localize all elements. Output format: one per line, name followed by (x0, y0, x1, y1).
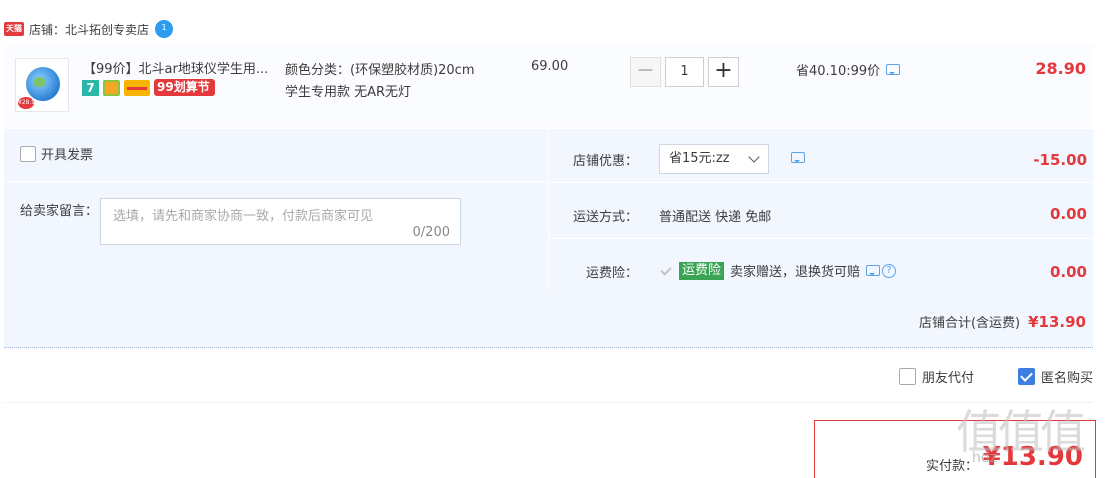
item-subtotal: 28.90 (1035, 59, 1086, 78)
shipping-label: 运送方式： (572, 210, 638, 225)
service-badges: 7 99划算节 (82, 79, 215, 96)
checkout-options: 朋友代付 匿名购买 (0, 367, 1106, 386)
anonymous-label: 匿名购买 (1041, 371, 1094, 386)
insurance-check-icon (659, 264, 673, 278)
order-item-row: ¥28.9 【99价】北斗ar地球仪学生用... 7 99划算节 颜色分类：(环… (4, 43, 1093, 127)
anonymous-option[interactable]: 匿名购买 (1018, 367, 1093, 386)
sku-line-1: 颜色分类：(环保塑胶材质)20cm (285, 63, 475, 78)
seller-message-input[interactable]: 选填，请先和商家协商一致，付款后商家可见 0/200 (100, 198, 461, 245)
quantity-input[interactable]: 1 (665, 57, 704, 87)
message-char-count: 0/200 (412, 225, 450, 240)
globe-image-icon (26, 67, 60, 101)
coupon-value: -15.00 (1033, 151, 1087, 169)
insurance-label: 运费险： (585, 266, 638, 281)
shipping-value: 0.00 (1049, 205, 1087, 223)
coupon-label: 店铺优惠： (572, 154, 638, 169)
friend-pay-option[interactable]: 朋友代付 (899, 367, 974, 386)
message-label: 给卖家留言： (20, 204, 99, 219)
insurance-value: 0.00 (1049, 263, 1087, 281)
insurance-chat-icon[interactable] (866, 265, 881, 276)
shop-total: 店铺合计(含运费) ¥13.90 (919, 312, 1086, 331)
shop-label: 店铺： (29, 22, 66, 37)
invoice-option[interactable]: 开具发票 (20, 144, 93, 163)
huasuan-label: 划算节 (173, 80, 210, 94)
shipping-row: 运送方式： 0.00 (549, 185, 1094, 239)
shop-header: 天猫 店铺： 北斗拓创专卖店 1 (0, 16, 174, 42)
friend-pay-checkbox[interactable] (899, 368, 916, 385)
detail-right: 店铺优惠： 省15元:zz -15.00 运送方式： 0.00 普通配送 快递 … (548, 129, 1094, 291)
insurance-info: 运费险 卖家赠送，退换货可赔 ? (659, 261, 897, 280)
friend-pay-label: 朋友代付 (922, 371, 975, 386)
seven-day-return-icon[interactable]: 7 (82, 79, 99, 96)
unit-price: 69.00 (531, 59, 569, 74)
quantity-stepper: − 1 + (630, 57, 739, 87)
product-thumbnail[interactable]: ¥28.9 (15, 58, 69, 112)
item-discount: 省40.10:99价 (796, 60, 901, 79)
quantity-decrease-button[interactable]: − (630, 57, 661, 87)
coupon-selected-value: 省15元:zz (669, 151, 730, 166)
chevron-down-icon (748, 151, 760, 163)
anonymous-checkbox[interactable] (1018, 368, 1035, 385)
divider (4, 402, 1093, 403)
huasuan-festival-badge[interactable]: 99划算节 (154, 79, 215, 96)
shop-total-value: ¥13.90 (1028, 313, 1086, 331)
guarantee-shield-icon[interactable] (103, 79, 120, 96)
message-placeholder: 选填，请先和商家协商一致，付款后商家可见 (113, 209, 374, 224)
huasuan-prefix: 99 (157, 80, 174, 94)
sku-line-2: 学生专用款 无AR无灯 (285, 85, 412, 100)
coupon-info-icon[interactable] (791, 152, 805, 163)
product-title-link[interactable]: 【99价】北斗ar地球仪学生用... (83, 58, 268, 77)
credit-card-icon[interactable] (124, 79, 150, 96)
shop-total-label: 店铺合计(含运费) (918, 316, 1021, 331)
invoice-label: 开具发票 (41, 148, 94, 163)
coupon-row: 店铺优惠： 省15元:zz -15.00 (549, 129, 1094, 183)
shipping-method: 普通配送 快递 免邮 (659, 210, 772, 225)
wangwang-chat-icon[interactable]: 1 (155, 20, 174, 38)
order-detail-panel: 开具发票 给卖家留言： 选填，请先和商家协商一致，付款后商家可见 0/200 店… (4, 129, 1094, 348)
discount-info-icon[interactable] (886, 64, 901, 75)
thumbnail-price-tag: ¥28.9 (18, 97, 35, 109)
coupon-select[interactable]: 省15元:zz (659, 144, 769, 174)
discount-text: 省40.10:99价 (796, 64, 881, 79)
insurance-text: 卖家赠送，退换货可赔 (730, 265, 861, 280)
quantity-increase-button[interactable]: + (708, 57, 739, 87)
wangwang-badge: 1 (161, 23, 167, 32)
detail-left: 开具发票 给卖家留言： 选填，请先和商家协商一致，付款后商家可见 0/200 (4, 129, 547, 290)
invoice-checkbox[interactable] (20, 145, 36, 162)
tmall-logo-icon: 天猫 (4, 22, 24, 36)
shop-name-link[interactable]: 北斗拓创专卖店 (65, 21, 149, 38)
insurance-badge: 运费险 (679, 261, 725, 280)
divider (4, 181, 547, 182)
watermark-site: hdz (972, 450, 998, 466)
help-question-icon[interactable]: ? (882, 263, 897, 278)
product-sku: 颜色分类：(环保塑胶材质)20cm 学生专用款 无AR无灯 (285, 60, 475, 104)
